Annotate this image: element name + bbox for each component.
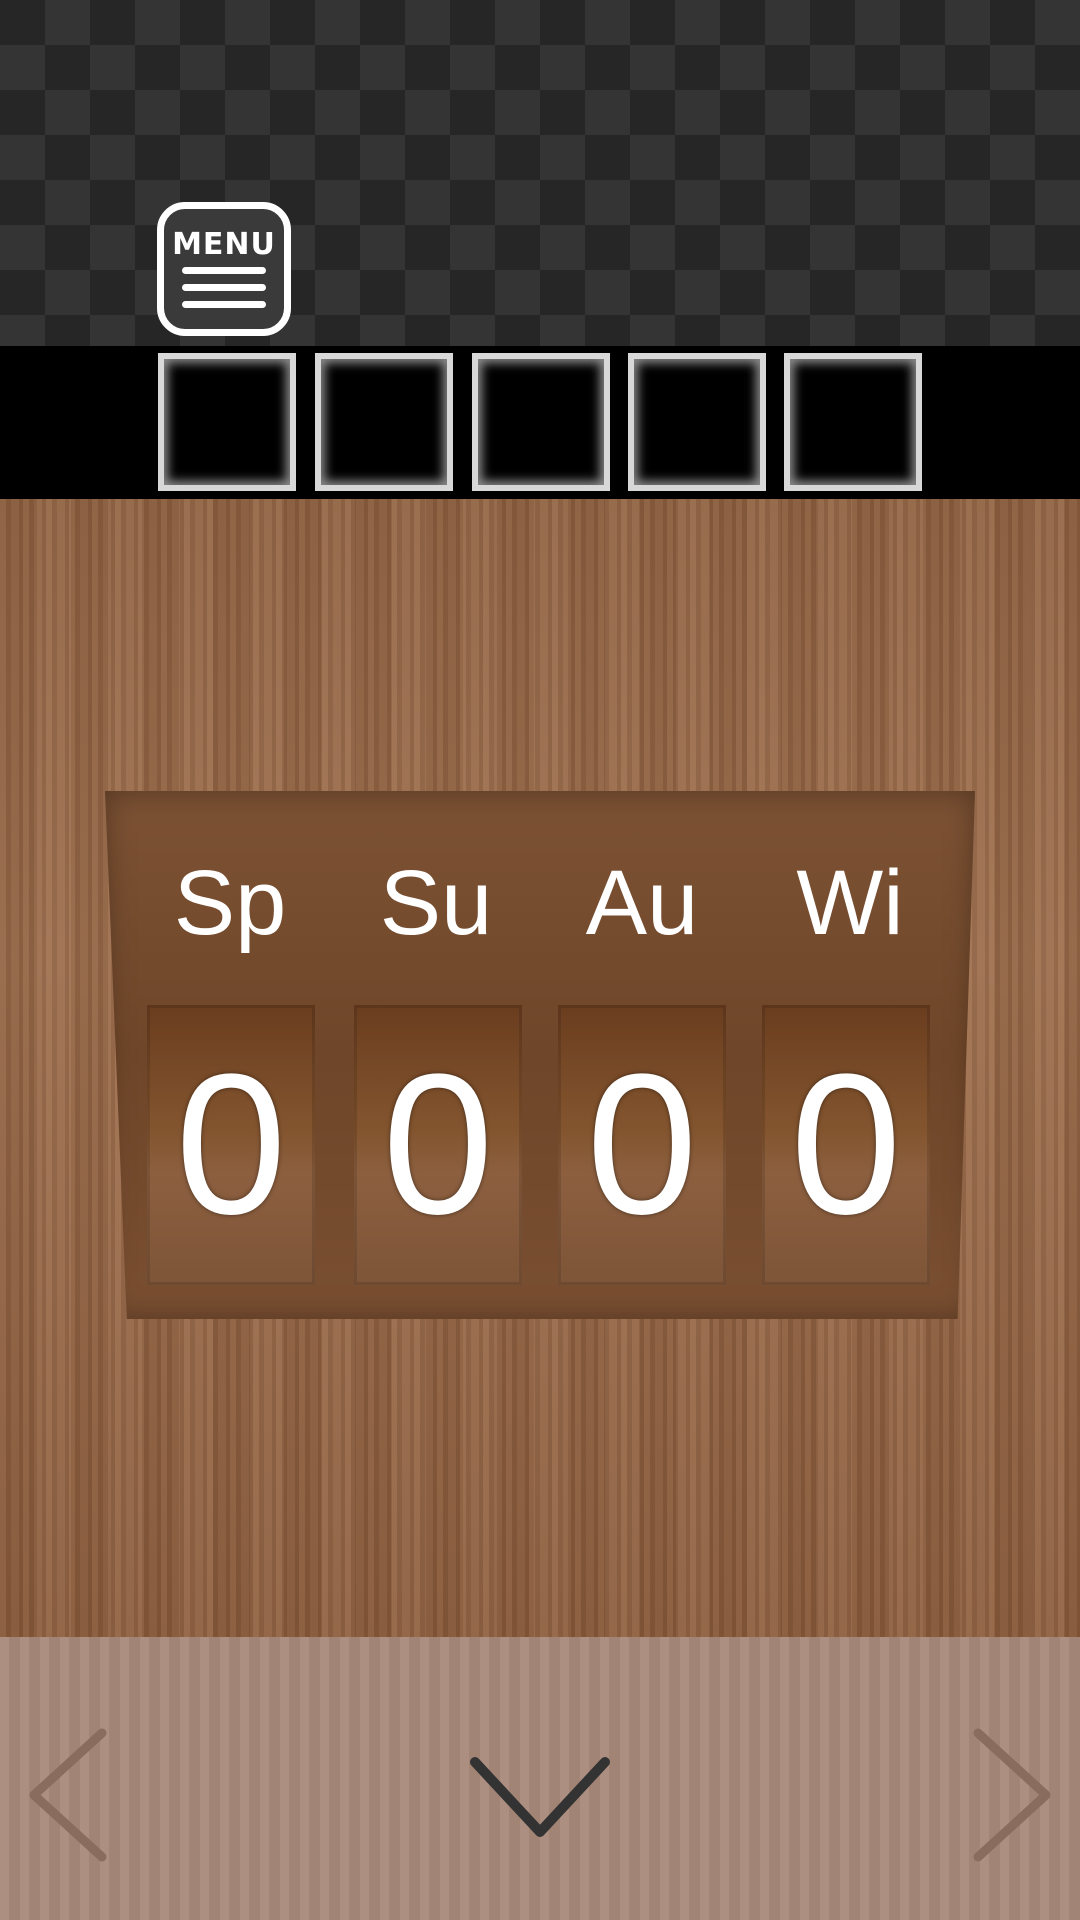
menu-line-icon — [182, 301, 266, 308]
inventory-slot-4[interactable] — [628, 353, 766, 491]
inventory-slot-5[interactable] — [784, 353, 922, 491]
digit-value: 0 — [382, 1033, 494, 1256]
digit-value: 0 — [790, 1033, 902, 1256]
season-label-summer: Su — [379, 852, 493, 954]
chevron-down-icon[interactable] — [465, 1752, 615, 1842]
chevron-left-icon[interactable] — [22, 1725, 112, 1865]
digit-dial-spring[interactable]: 0 — [147, 1005, 315, 1285]
season-label-spring: Sp — [173, 852, 287, 954]
digit-dial-summer[interactable]: 0 — [354, 1005, 522, 1285]
inventory-slot-3[interactable] — [472, 353, 610, 491]
chevron-right-icon[interactable] — [968, 1725, 1058, 1865]
checkerboard-header: MENU — [0, 0, 1080, 346]
digit-dial-autumn[interactable]: 0 — [558, 1005, 726, 1285]
digit-value: 0 — [586, 1033, 698, 1256]
digit-dial-winter[interactable]: 0 — [762, 1005, 930, 1285]
season-label-autumn: Au — [585, 852, 699, 954]
menu-button[interactable]: MENU — [157, 202, 291, 336]
season-label-winter: Wi — [796, 852, 904, 954]
digit-value: 0 — [175, 1033, 287, 1256]
menu-line-icon — [182, 284, 266, 291]
inventory-slot-2[interactable] — [315, 353, 453, 491]
menu-label: MENU — [172, 227, 276, 262]
inventory-slot-1[interactable] — [158, 353, 296, 491]
menu-line-icon — [182, 267, 266, 274]
